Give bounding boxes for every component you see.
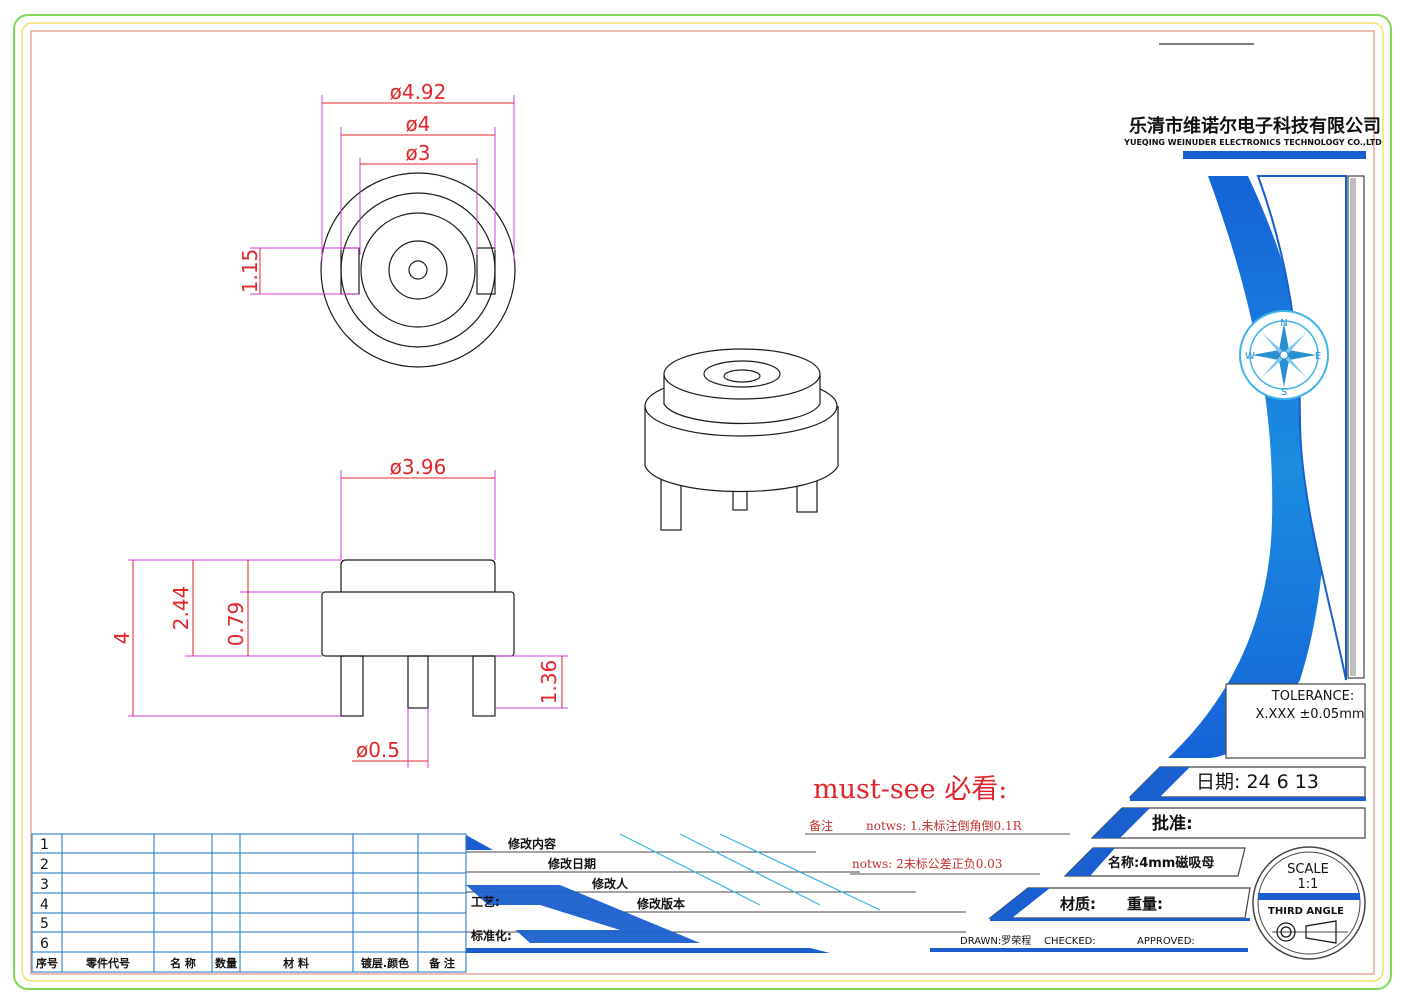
header-rule xyxy=(1183,151,1366,159)
decorative-sweep xyxy=(1168,175,1365,758)
weight-field: 重量: xyxy=(1127,895,1163,913)
rev-standard: 标准化: xyxy=(470,928,512,943)
dim-h244: 2.44 xyxy=(169,586,193,631)
note-1: notws: 1.未标注倒角倒0.1R xyxy=(866,818,1023,833)
dim-d3: ø3 xyxy=(406,141,431,165)
bom-row-5: 5 xyxy=(40,916,49,932)
dim-d396: ø3.96 xyxy=(390,455,447,479)
tolerance-label: TOLERANCE: xyxy=(1271,689,1354,704)
bom-header-plating: 镀层.颜色 xyxy=(361,956,409,970)
bom-row-6: 6 xyxy=(40,936,49,952)
compass-n: N xyxy=(1280,318,1287,329)
remark-label: 备注 xyxy=(809,818,833,833)
bom-table xyxy=(31,833,467,973)
bom-row-2: 2 xyxy=(40,857,49,873)
bom-header-qty: 数量 xyxy=(215,956,237,970)
rev-content: 修改内容 xyxy=(507,836,556,851)
rev-person: 修改人 xyxy=(591,876,629,891)
bom-header-material: 材 料 xyxy=(283,956,309,970)
revision-block xyxy=(466,833,966,953)
dim-d4: ø4 xyxy=(406,112,431,136)
material-field: 材质: xyxy=(1060,895,1096,913)
drawn-field: DRAWN:罗荣程 xyxy=(960,935,1031,947)
note-2: notws: 2未标公差正负0.03 xyxy=(852,857,1002,871)
bom-headers: 序号 零件代号 名 称 数量 材 料 镀层.颜色 备 注 xyxy=(36,956,455,970)
compass-s: S xyxy=(1281,387,1287,398)
company-name-en: YUEQING WEINUDER ELECTRONICS TECHNOLOGY … xyxy=(1123,138,1382,147)
top-view xyxy=(250,95,516,368)
compass-icon: N E S W xyxy=(1239,310,1329,400)
company-name-cn: 乐清市维诺尔电子科技有限公司 xyxy=(1129,115,1381,137)
isometric-view xyxy=(644,348,839,531)
bom-row-1: 1 xyxy=(40,837,49,853)
checked-field: CHECKED: xyxy=(1044,936,1096,947)
dim-d492: ø4.92 xyxy=(390,80,447,104)
front-view xyxy=(128,470,568,768)
part-name-field: 名称:4mm磁吸母 xyxy=(1108,855,1214,871)
sheet-frame xyxy=(13,14,1392,990)
scale-value: 1:1 xyxy=(1298,877,1319,892)
compass-w: W xyxy=(1245,351,1255,362)
date-field: 日期: 24 6 13 xyxy=(1196,771,1319,793)
approve-field: 批准: xyxy=(1152,813,1193,834)
approved-field: APPROVED: xyxy=(1137,936,1195,947)
dim-h4: 4 xyxy=(110,632,134,645)
bom-row-numbers: 1 2 3 4 5 6 xyxy=(40,837,49,952)
dim-h115: 1.15 xyxy=(238,249,262,294)
bom-header-index: 序号 xyxy=(36,956,58,970)
dim-h136: 1.36 xyxy=(537,660,561,705)
bom-header-name: 名 称 xyxy=(170,956,196,970)
bom-row-4: 4 xyxy=(40,897,49,913)
rev-process: 工艺: xyxy=(471,894,500,909)
scale-label: SCALE xyxy=(1287,862,1329,877)
dim-d05: ø0.5 xyxy=(356,738,400,762)
third-angle-label: THIRD ANGLE xyxy=(1268,906,1344,917)
tolerance-value: X.XXX ±0.05mm xyxy=(1255,707,1364,722)
bom-header-remark: 备 注 xyxy=(428,956,455,970)
bom-header-code: 零件代号 xyxy=(85,956,130,970)
bom-row-3: 3 xyxy=(40,877,49,893)
drawing-sheet: 乐清市维诺尔电子科技有限公司 YUEQING WEINUDER ELECTRON… xyxy=(13,14,1392,990)
rev-date: 修改日期 xyxy=(547,856,596,871)
must-see-note: must-see 必看: xyxy=(813,774,1007,805)
rev-version: 修改版本 xyxy=(636,896,685,911)
dim-h079: 0.79 xyxy=(224,602,248,647)
compass-e: E xyxy=(1315,351,1321,362)
